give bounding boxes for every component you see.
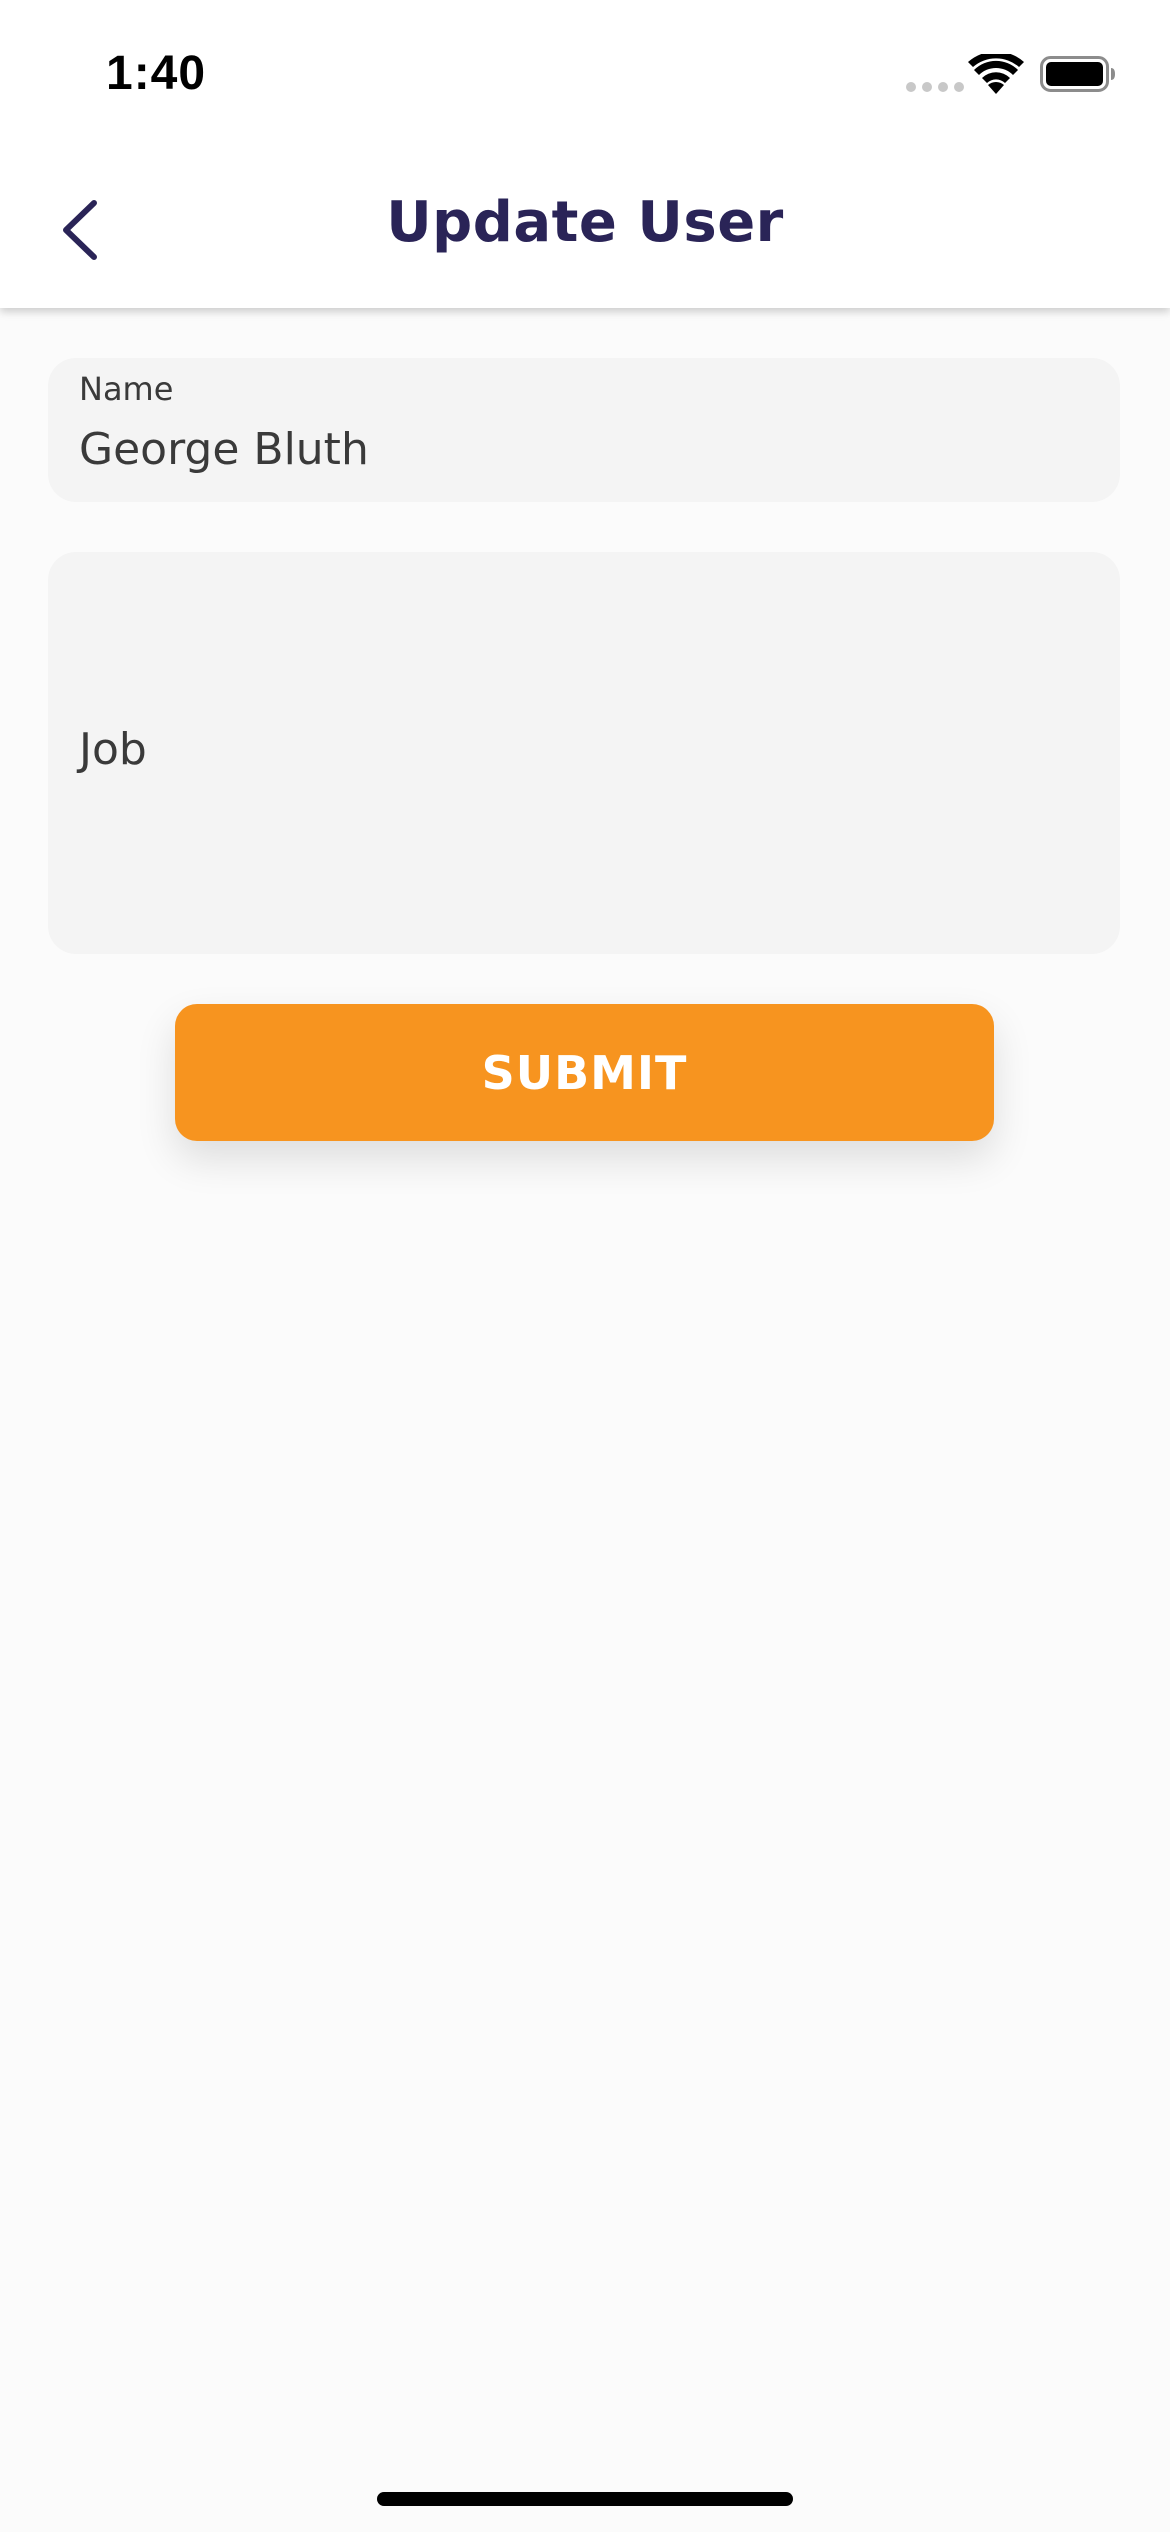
navigation-bar: Update User <box>0 150 1170 308</box>
wifi-icon <box>968 54 1024 94</box>
status-time: 1:40 <box>106 47 207 100</box>
name-input[interactable] <box>79 424 1079 475</box>
page-title: Update User <box>386 190 784 255</box>
submit-button[interactable]: SUBMIT <box>175 1004 994 1141</box>
cellular-signal-icon <box>906 82 964 92</box>
name-label: Name <box>79 370 174 408</box>
status-bar: 1:40 <box>0 0 1170 150</box>
home-indicator <box>377 2492 793 2506</box>
job-input[interactable] <box>48 552 1120 954</box>
battery-icon <box>1040 56 1115 92</box>
app-header: 1:40 Update User <box>0 0 1170 308</box>
job-field[interactable]: Job <box>48 552 1120 954</box>
name-field[interactable]: Name <box>48 358 1120 502</box>
